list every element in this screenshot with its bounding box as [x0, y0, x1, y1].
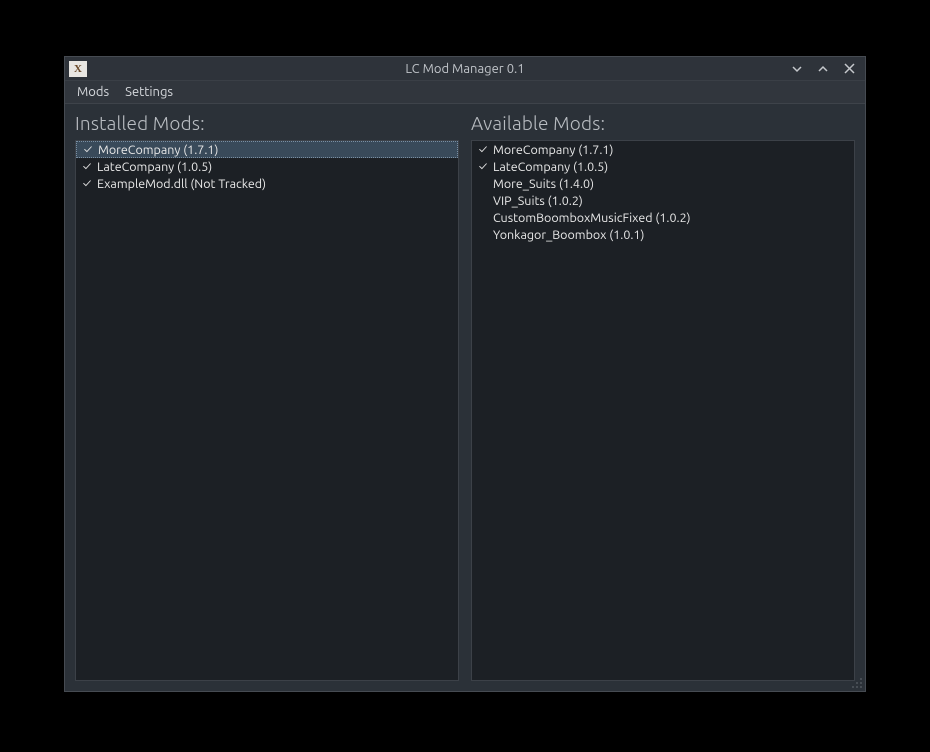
close-button[interactable] — [841, 61, 857, 77]
available-mods-panel: Available Mods: ✓MoreCompany (1.7.1)✓Lat… — [471, 112, 855, 681]
list-item[interactable]: VIP_Suits (1.0.2) — [472, 192, 854, 209]
available-mods-list[interactable]: ✓MoreCompany (1.7.1)✓LateCompany (1.0.5)… — [471, 140, 855, 681]
app-icon: X — [69, 61, 87, 77]
list-item[interactable]: CustomBoomboxMusicFixed (1.0.2) — [472, 209, 854, 226]
list-item-label: VIP_Suits (1.0.2) — [492, 194, 583, 208]
resize-grip-icon — [849, 675, 863, 689]
list-item-label: LateCompany (1.0.5) — [96, 160, 212, 174]
list-item[interactable]: ✓LateCompany (1.0.5) — [472, 158, 854, 175]
panels: Installed Mods: ✓MoreCompany (1.7.1)✓Lat… — [75, 112, 855, 681]
installed-mods-list[interactable]: ✓MoreCompany (1.7.1)✓LateCompany (1.0.5)… — [75, 140, 459, 681]
list-item[interactable]: More_Suits (1.4.0) — [472, 175, 854, 192]
resize-grip[interactable] — [849, 675, 863, 689]
list-item[interactable]: Yonkagor_Boombox (1.0.1) — [472, 226, 854, 243]
list-item[interactable]: ✓MoreCompany (1.7.1) — [76, 141, 458, 158]
list-item-label: ExampleMod.dll (Not Tracked) — [96, 177, 266, 191]
maximize-button[interactable] — [815, 61, 831, 77]
list-item-label: LateCompany (1.0.5) — [492, 160, 608, 174]
minimize-button[interactable] — [789, 61, 805, 77]
list-item[interactable]: ✓MoreCompany (1.7.1) — [472, 141, 854, 158]
checkmark-icon[interactable]: ✓ — [78, 177, 96, 190]
chevron-down-icon — [791, 63, 803, 75]
checkmark-icon[interactable]: ✓ — [474, 143, 492, 156]
content-area: Installed Mods: ✓MoreCompany (1.7.1)✓Lat… — [65, 104, 865, 691]
app-window: X LC Mod Manager 0.1 Mods Settings Insta… — [64, 56, 866, 692]
checkmark-icon[interactable]: ✓ — [79, 143, 97, 156]
menubar: Mods Settings — [65, 81, 865, 104]
menubar-item-settings[interactable]: Settings — [117, 83, 181, 101]
list-item[interactable]: ✓LateCompany (1.0.5) — [76, 158, 458, 175]
window-title: LC Mod Manager 0.1 — [405, 62, 524, 76]
close-icon — [844, 63, 855, 74]
installed-mods-title: Installed Mods: — [75, 112, 459, 134]
available-mods-title: Available Mods: — [471, 112, 855, 134]
list-item-label: MoreCompany (1.7.1) — [97, 143, 218, 157]
installed-mods-panel: Installed Mods: ✓MoreCompany (1.7.1)✓Lat… — [75, 112, 459, 681]
titlebar[interactable]: X LC Mod Manager 0.1 — [65, 57, 865, 81]
list-item[interactable]: ✓ExampleMod.dll (Not Tracked) — [76, 175, 458, 192]
list-item-label: Yonkagor_Boombox (1.0.1) — [492, 228, 644, 242]
menubar-item-mods[interactable]: Mods — [69, 83, 117, 101]
list-item-label: CustomBoomboxMusicFixed (1.0.2) — [492, 211, 691, 225]
list-item-label: More_Suits (1.4.0) — [492, 177, 594, 191]
list-item-label: MoreCompany (1.7.1) — [492, 143, 613, 157]
checkmark-icon[interactable]: ✓ — [474, 160, 492, 173]
window-controls — [789, 61, 865, 77]
checkmark-icon[interactable]: ✓ — [78, 160, 96, 173]
chevron-up-icon — [817, 63, 829, 75]
